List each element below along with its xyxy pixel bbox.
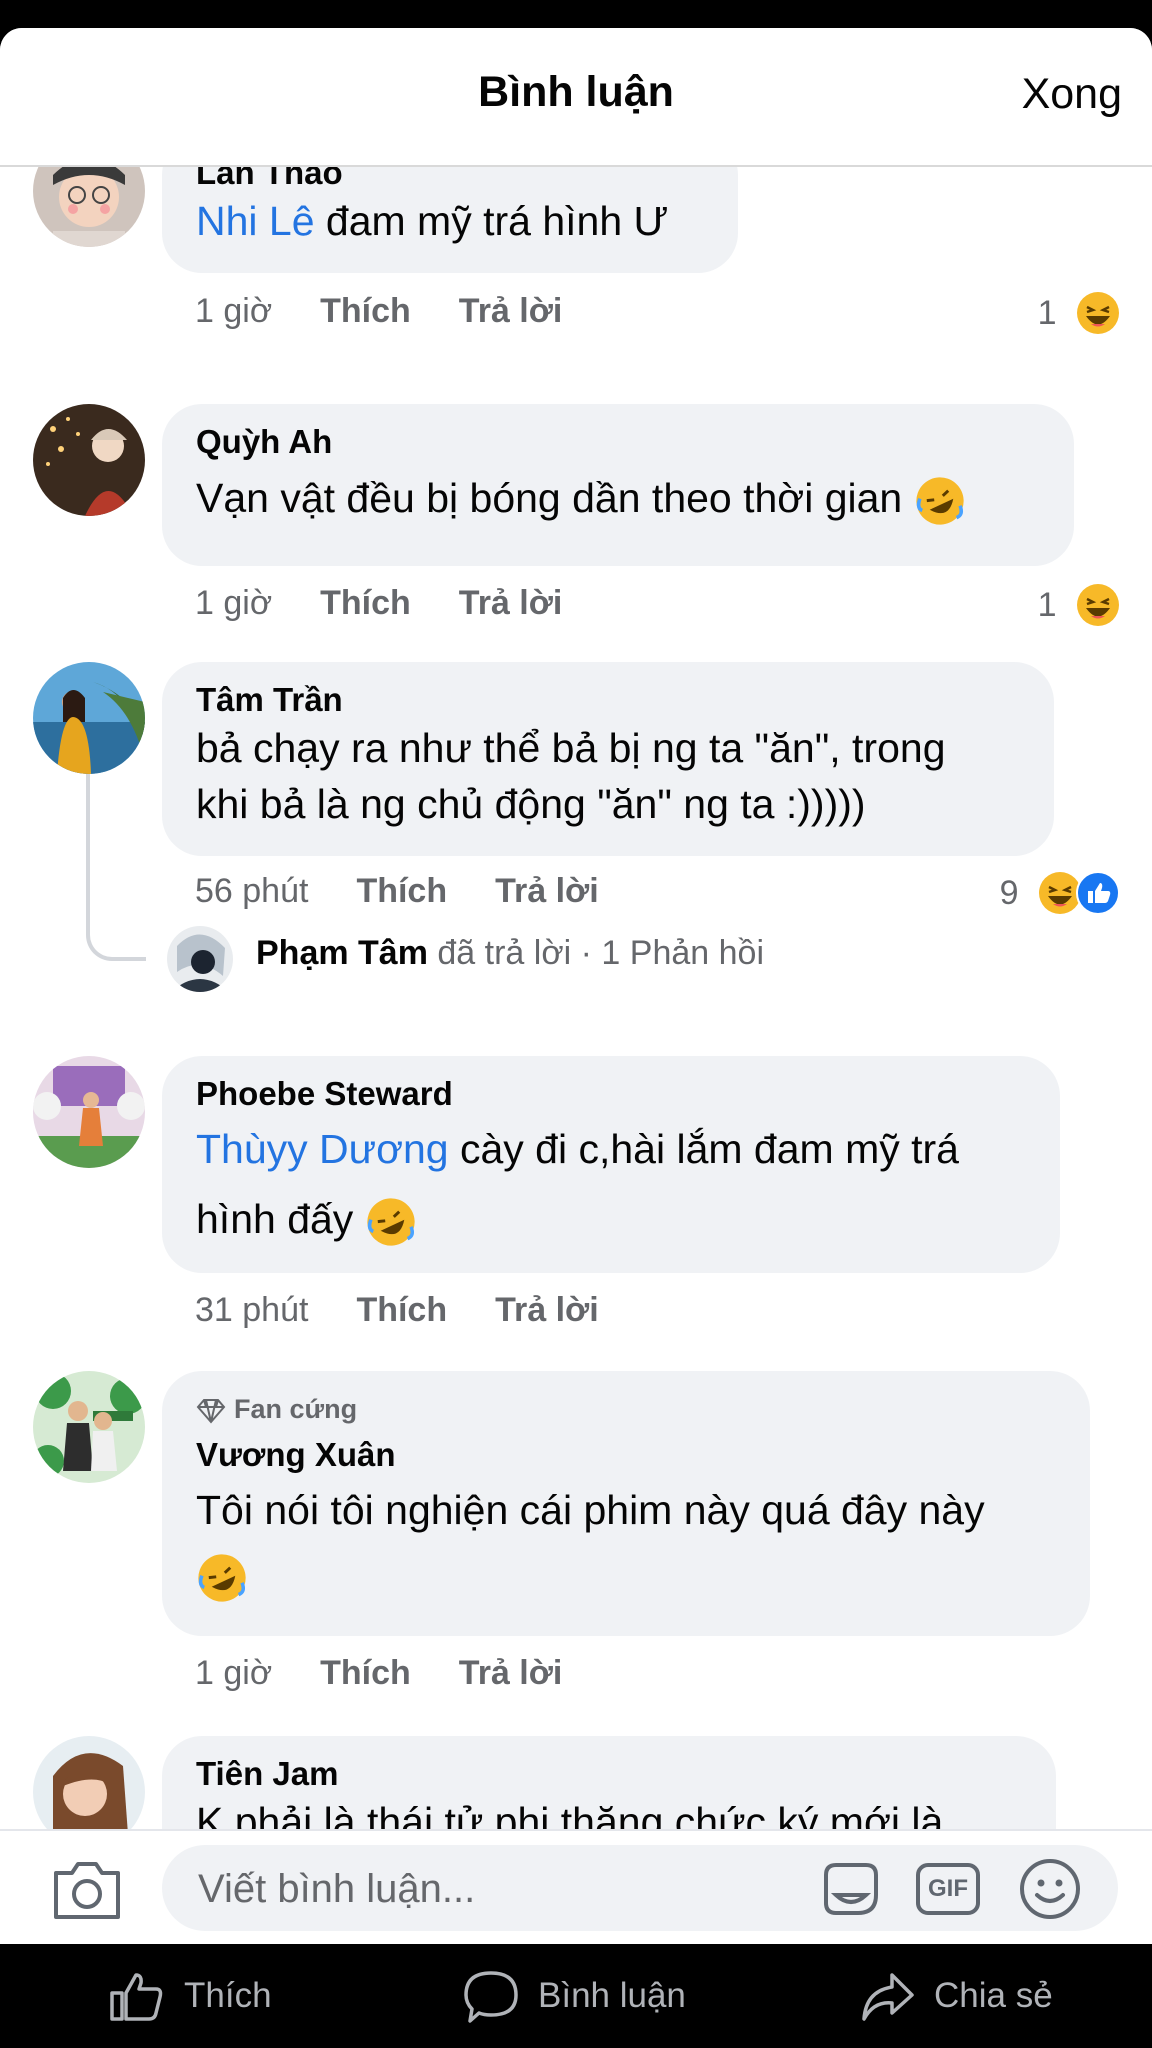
reply-author: Phạm Tâm	[256, 934, 428, 972]
gif-button[interactable]: GIF	[916, 1863, 980, 1915]
haha-icon	[1077, 584, 1119, 627]
mention-link[interactable]: Thùyy Dương	[196, 1126, 449, 1172]
reactions[interactable]: 1	[1037, 581, 1120, 627]
comment-time: 1 giờ	[195, 292, 273, 330]
rofl-emoji-icon	[198, 1554, 246, 1602]
comment-meta: 56 phút Thích Trả lời	[195, 869, 647, 913]
reaction-count: 9	[999, 874, 1019, 913]
comment-author[interactable]: Phoebe Steward	[196, 1074, 1026, 1114]
reply-button[interactable]: Trả lời	[495, 1291, 599, 1329]
reactions[interactable]: 1	[1037, 289, 1120, 335]
avatar[interactable]	[33, 662, 145, 774]
rofl-emoji-icon	[915, 477, 964, 525]
like-button[interactable]: Thích	[320, 292, 411, 330]
comment-time: 31 phút	[195, 1291, 309, 1329]
comment-input-wrapper: GIF	[162, 1845, 1118, 1933]
like-reaction-icon	[1076, 871, 1120, 916]
like-button[interactable]: Thích	[320, 1654, 411, 1692]
header: Bình luận Xong	[0, 28, 1152, 167]
page-title: Bình luận	[478, 68, 674, 116]
reply-button[interactable]: Trả lời	[459, 1654, 563, 1692]
post-action-bar: Thích Bình luận Chia sẻ	[0, 1944, 1152, 2048]
reply-button[interactable]: Trả lời	[459, 292, 563, 330]
comment-bubble[interactable]: Tiên Jam K phải là thái tử phi thăng chứ…	[162, 1736, 1056, 1829]
comment-bubble[interactable]: Phoebe Steward Thùyy Dương cày đi c,hài …	[162, 1056, 1060, 1273]
emoji-picker-icon[interactable]	[1018, 1857, 1082, 1921]
share-arrow-icon	[862, 1973, 914, 2021]
comment-text-line: hình đấy	[196, 1184, 1026, 1254]
avatar[interactable]	[167, 926, 233, 992]
done-button[interactable]: Xong	[1022, 70, 1122, 119]
comment-bubble[interactable]: Fan cứng Vương Xuân Tôi nói tôi nghiện c…	[162, 1371, 1090, 1636]
reply-button[interactable]: Trả lời	[459, 584, 563, 622]
comment-bubble[interactable]: Quỳh Ah Vạn vật đều bị bóng dần theo thờ…	[162, 404, 1074, 566]
avatar[interactable]	[33, 1736, 145, 1829]
comment-bubble[interactable]: Tâm Trần bả chạy ra như thể bả bị ng ta …	[162, 662, 1054, 856]
avatar[interactable]	[33, 165, 145, 247]
like-tab[interactable]: Thích	[108, 1964, 272, 2024]
comment-text-line: khi bả là ng chủ động "ăn" ng ta :)))))	[196, 781, 866, 827]
comment-tab[interactable]: Bình luận	[462, 1964, 686, 2024]
comment-time: 1 giờ	[195, 1654, 273, 1692]
comment-text: Nhi Lê đam mỹ trá hình Ư	[196, 198, 669, 244]
rofl-emoji-icon	[367, 1198, 415, 1246]
haha-icon	[1077, 292, 1119, 335]
avatar[interactable]	[33, 1056, 145, 1168]
avatar[interactable]	[33, 1371, 145, 1483]
comment-text: Vạn vật đều bị bóng dần theo thời gian	[196, 470, 1040, 527]
like-button[interactable]: Thích	[320, 584, 411, 622]
comment-time: 56 phút	[195, 872, 309, 910]
comment-author[interactable]: Vương Xuân	[196, 1435, 1056, 1475]
fan-badge: Fan cứng	[196, 1389, 1056, 1429]
comment-meta: 1 giờ Thích Trả lời	[195, 581, 610, 625]
comment-meta: 1 giờ Thích Trả lời	[195, 1651, 610, 1695]
reactions[interactable]: 9	[999, 869, 1120, 916]
reply-button[interactable]: Trả lời	[495, 872, 599, 910]
reaction-count: 1	[1037, 294, 1057, 333]
comment-text-line	[196, 1545, 1056, 1605]
comment-author[interactable]: Lan Thảo	[196, 165, 704, 193]
like-button[interactable]: Thích	[356, 1291, 447, 1329]
comment-author[interactable]: Quỳh Ah	[196, 422, 1040, 462]
comment-bubble-icon	[464, 1971, 518, 2023]
comments-sheet: Bình luận Xong Lan Thảo Nhi Lê đam mỹ tr…	[0, 28, 1152, 1944]
comment-composer: GIF	[0, 1829, 1152, 1944]
thread-connector	[86, 774, 146, 961]
comment-meta: 31 phút Thích Trả lời	[195, 1288, 647, 1332]
diamond-icon	[196, 1398, 226, 1424]
reply-summary[interactable]: Phạm Tâm đã trả lời · 1 Phản hồi	[256, 934, 764, 973]
comment-text-line: Tôi nói tôi nghiện cái phim này quá đây …	[196, 1487, 985, 1533]
comment-author[interactable]: Tiên Jam	[196, 1754, 1022, 1794]
comment-author[interactable]: Tâm Trần	[196, 680, 1020, 720]
avatar[interactable]	[33, 404, 145, 516]
comment-meta: 1 giờ Thích Trả lời	[195, 289, 610, 333]
mention-link[interactable]: Nhi Lê	[196, 198, 315, 244]
reaction-count: 1	[1037, 586, 1057, 625]
comment-list[interactable]: Lan Thảo Nhi Lê đam mỹ trá hình Ư 1 giờ T…	[0, 165, 1152, 1829]
sticker-icon[interactable]	[818, 1859, 884, 1919]
comment-text-line: Thùyy Dương cày đi c,hài lắm đam mỹ trá	[196, 1126, 959, 1172]
share-tab[interactable]: Chia sẻ	[858, 1964, 1053, 2024]
camera-icon[interactable]	[52, 1859, 122, 1921]
comment-text-line: bả chạy ra như thể bả bị ng ta "ăn", tro…	[196, 725, 946, 771]
comment-input[interactable]	[196, 1845, 780, 1933]
comment-bubble[interactable]: Lan Thảo Nhi Lê đam mỹ trá hình Ư	[162, 165, 738, 273]
like-button[interactable]: Thích	[356, 872, 447, 910]
comment-time: 1 giờ	[195, 584, 273, 622]
thumbs-up-icon	[110, 1973, 163, 2021]
comment-text: K phải là thái tử phi thăng chức ký mới …	[196, 1799, 944, 1829]
